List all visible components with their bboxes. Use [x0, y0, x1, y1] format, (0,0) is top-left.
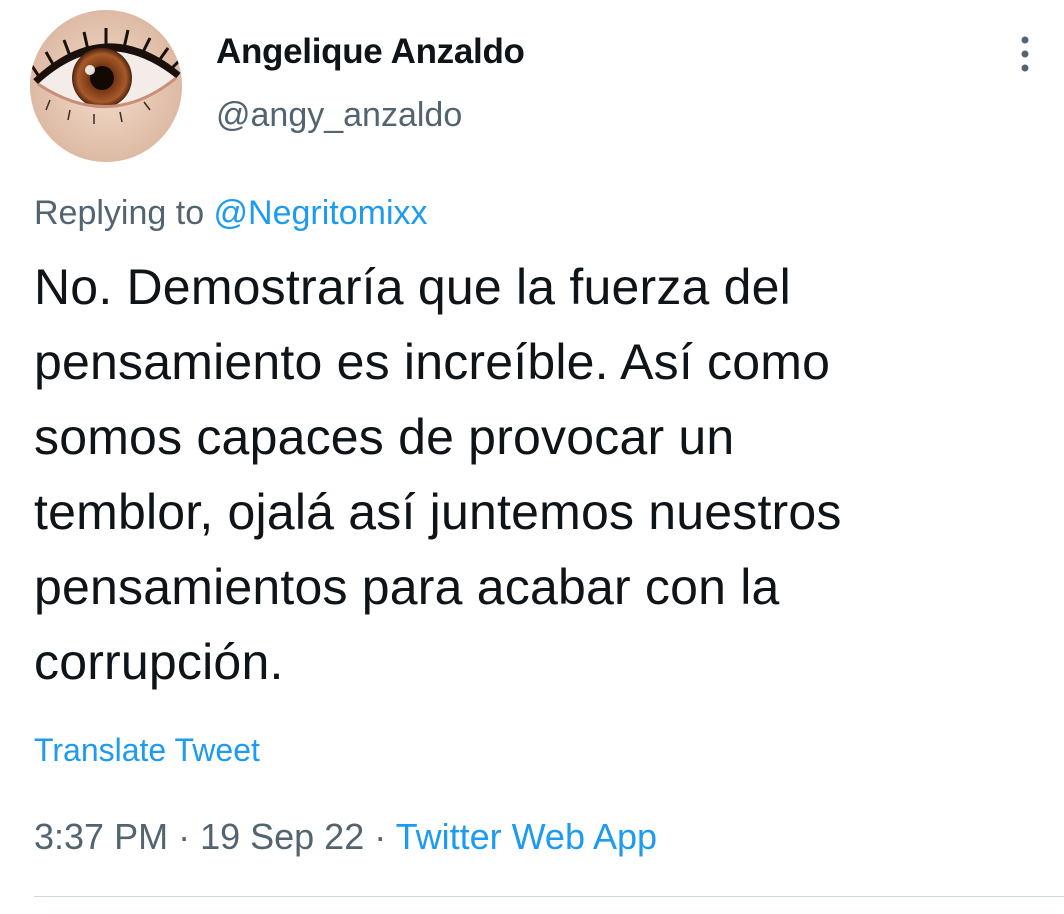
avatar[interactable] — [30, 10, 182, 162]
tweet-text: No. Demostraría que la fuerza del pensam… — [34, 250, 1034, 700]
tweet-source-link[interactable]: Twitter Web App — [396, 816, 657, 857]
reply-mention-link[interactable]: @Negritomixx — [214, 194, 428, 232]
tweet-text-line: No. Demostraría que la fuerza del — [34, 259, 791, 315]
display-name[interactable]: Angelique Anzaldo — [216, 32, 525, 72]
tweet-time[interactable]: 3:37 PM — [34, 816, 168, 857]
replying-to: Replying to @Negritomixx — [34, 194, 428, 233]
meta-separator: · — [168, 816, 201, 857]
tweet-metadata: 3:37 PM · 19 Sep 22 · Twitter Web App — [34, 816, 657, 858]
tweet-text-line: corrupción. — [34, 634, 284, 690]
eye-closeup-avatar-icon — [30, 10, 182, 162]
tweet-detail: Angelique Anzaldo @angy_anzaldo Replying… — [0, 0, 1064, 914]
tweet-text-line: pensamiento es increíble. Así como — [34, 334, 831, 390]
tweet-text-line: pensamientos para acabar con la — [34, 559, 780, 615]
divider — [34, 896, 1064, 897]
tweet-text-line: temblor, ojalá así juntemos nuestros — [34, 484, 842, 540]
tweet-date[interactable]: 19 Sep 22 — [200, 816, 364, 857]
meta-separator: · — [364, 816, 396, 857]
tweet-text-line: somos capaces de provocar un — [34, 409, 735, 465]
replying-to-label: Replying to — [34, 194, 214, 232]
more-vertical-icon[interactable] — [1010, 34, 1040, 74]
translate-tweet-link[interactable]: Translate Tweet — [34, 732, 260, 769]
user-handle[interactable]: @angy_anzaldo — [216, 96, 462, 135]
